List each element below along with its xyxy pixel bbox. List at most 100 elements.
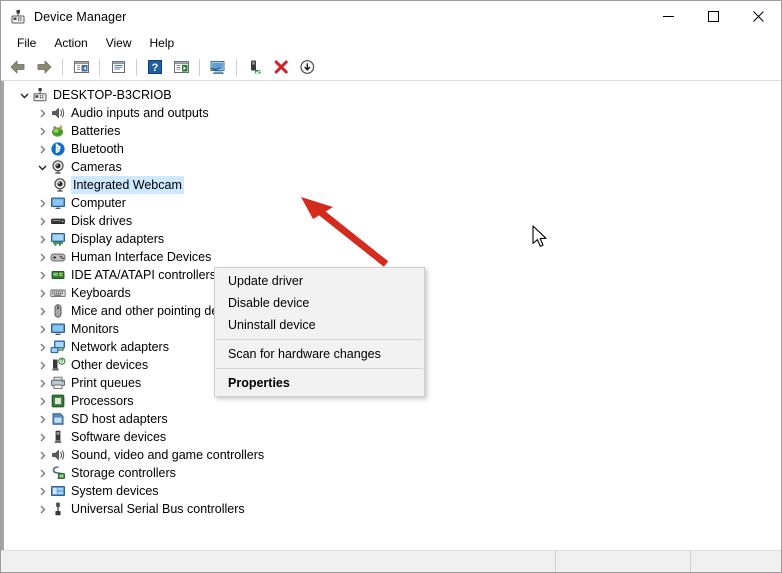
chevron-right-icon[interactable] <box>34 248 50 266</box>
chevron-right-icon[interactable] <box>34 464 50 482</box>
toolbar-separator-3 <box>136 58 137 76</box>
tree-node-label: Human Interface Devices <box>71 250 212 264</box>
update-driver-button[interactable] <box>206 56 230 79</box>
tree-row[interactable]: System devices <box>4 482 781 500</box>
chevron-right-icon[interactable] <box>34 212 50 230</box>
tree-row[interactable]: Human Interface Devices <box>4 248 781 266</box>
tree-node-label: Integrated Webcam <box>71 176 184 194</box>
tree-row[interactable]: Display adapters <box>4 230 781 248</box>
window-controls <box>646 1 781 32</box>
tree-row[interactable]: Batteries <box>4 122 781 140</box>
uninstall-device-button[interactable] <box>269 56 293 79</box>
context-menu-item-uninstall-device[interactable]: Uninstall device <box>215 314 424 336</box>
menu-action[interactable]: Action <box>45 33 96 53</box>
tree-row[interactable]: Computer <box>4 194 781 212</box>
enable-device-icon <box>250 60 260 74</box>
uninstall-device-icon <box>274 60 288 74</box>
bluetooth-icon <box>50 141 66 157</box>
tree-row[interactable]: Storage controllers <box>4 464 781 482</box>
context-menu-item-scan-for-hardware-changes[interactable]: Scan for hardware changes <box>215 343 424 365</box>
tree-row[interactable]: Bluetooth <box>4 140 781 158</box>
help-button[interactable]: ? <box>143 56 167 79</box>
usb-icon <box>50 501 66 517</box>
chevron-right-icon[interactable] <box>34 266 50 284</box>
device-tree[interactable]: DESKTOP-B3CRIOB Audio inputs and outputs <box>4 81 781 550</box>
chevron-right-icon[interactable] <box>34 374 50 392</box>
tree-node-label: Storage controllers <box>71 466 176 480</box>
tree-node-label: Other devices <box>71 358 149 372</box>
camera-icon <box>52 177 68 193</box>
chevron-down-icon[interactable] <box>34 158 50 176</box>
tree-node-label: Computer <box>71 196 126 210</box>
tree-row[interactable]: Universal Serial Bus controllers <box>4 500 781 518</box>
chevron-right-icon[interactable] <box>34 338 50 356</box>
tree-row-integrated-webcam[interactable]: Integrated Webcam <box>4 176 781 194</box>
tree-row[interactable]: Cameras <box>4 158 781 176</box>
toolbar-separator-4 <box>199 58 200 76</box>
chevron-right-icon[interactable] <box>34 500 50 518</box>
menu-file[interactable]: File <box>8 33 45 53</box>
tree-row[interactable]: Audio inputs and outputs <box>4 104 781 122</box>
disk-drive-icon <box>50 213 66 229</box>
maximize-button[interactable] <box>691 1 736 32</box>
tree-node-label: SD host adapters <box>71 412 168 426</box>
show-hide-console-tree-button[interactable] <box>69 56 93 79</box>
enable-device-button[interactable] <box>243 56 267 79</box>
close-icon <box>753 11 764 22</box>
status-segment-2 <box>556 551 691 572</box>
sd-host-adapter-icon <box>50 411 66 427</box>
close-button[interactable] <box>736 1 781 32</box>
disable-device-button[interactable] <box>295 56 319 79</box>
forward-button[interactable] <box>32 56 56 79</box>
chevron-right-icon[interactable] <box>34 230 50 248</box>
back-button[interactable] <box>6 56 30 79</box>
context-menu-item-update-driver[interactable]: Update driver <box>215 270 424 292</box>
tree-node-label: Keyboards <box>71 286 131 300</box>
tree-row[interactable]: Software devices <box>4 428 781 446</box>
chevron-right-icon[interactable] <box>34 320 50 338</box>
context-menu[interactable]: Update driver Disable device Uninstall d… <box>214 267 425 397</box>
chevron-right-icon[interactable] <box>34 122 50 140</box>
menu-view[interactable]: View <box>97 33 141 53</box>
chevron-down-icon[interactable] <box>16 86 32 104</box>
context-menu-item-properties[interactable]: Properties <box>215 372 424 394</box>
chevron-right-icon[interactable] <box>34 428 50 446</box>
tree-row[interactable]: Sound, video and game controllers <box>4 446 781 464</box>
gamepad-icon <box>50 249 66 265</box>
tree-node-label: Universal Serial Bus controllers <box>71 502 245 516</box>
camera-icon <box>50 159 66 175</box>
back-icon <box>10 60 25 74</box>
printer-icon <box>50 375 66 391</box>
chevron-right-icon[interactable] <box>34 356 50 374</box>
minimize-button[interactable] <box>646 1 691 32</box>
scan-for-hardware-changes-button[interactable] <box>169 56 193 79</box>
chevron-right-icon[interactable] <box>34 446 50 464</box>
tree-node-label: Bluetooth <box>71 142 124 156</box>
chevron-right-icon[interactable] <box>34 104 50 122</box>
chevron-right-icon[interactable] <box>34 140 50 158</box>
menu-help[interactable]: Help <box>141 33 184 53</box>
chevron-right-icon[interactable] <box>34 482 50 500</box>
chevron-right-icon[interactable] <box>34 392 50 410</box>
toolbar-separator-5 <box>236 58 237 76</box>
maximize-icon <box>708 11 719 22</box>
chevron-right-icon[interactable] <box>34 302 50 320</box>
chevron-right-icon[interactable] <box>34 410 50 428</box>
tree-row[interactable]: Disk drives <box>4 212 781 230</box>
status-bar <box>1 550 781 572</box>
tree-node-label: Disk drives <box>71 214 133 228</box>
properties-button[interactable] <box>106 56 130 79</box>
tree-node-label: Batteries <box>71 124 121 138</box>
tree-row[interactable]: SD host adapters <box>4 410 781 428</box>
display-adapter-icon <box>50 231 66 247</box>
tree-node-label: Audio inputs and outputs <box>71 106 209 120</box>
tree-row[interactable]: DESKTOP-B3CRIOB <box>4 86 781 104</box>
title-bar: Device Manager <box>1 1 781 32</box>
battery-icon <box>50 123 66 139</box>
chevron-right-icon[interactable] <box>34 194 50 212</box>
chevron-right-icon[interactable] <box>34 284 50 302</box>
content-area: DESKTOP-B3CRIOB Audio inputs and outputs <box>1 81 781 550</box>
context-menu-item-disable-device[interactable]: Disable device <box>215 292 424 314</box>
speaker-icon <box>50 105 66 121</box>
device-manager-window: Device Manager File Action View Help ? D… <box>0 0 782 573</box>
